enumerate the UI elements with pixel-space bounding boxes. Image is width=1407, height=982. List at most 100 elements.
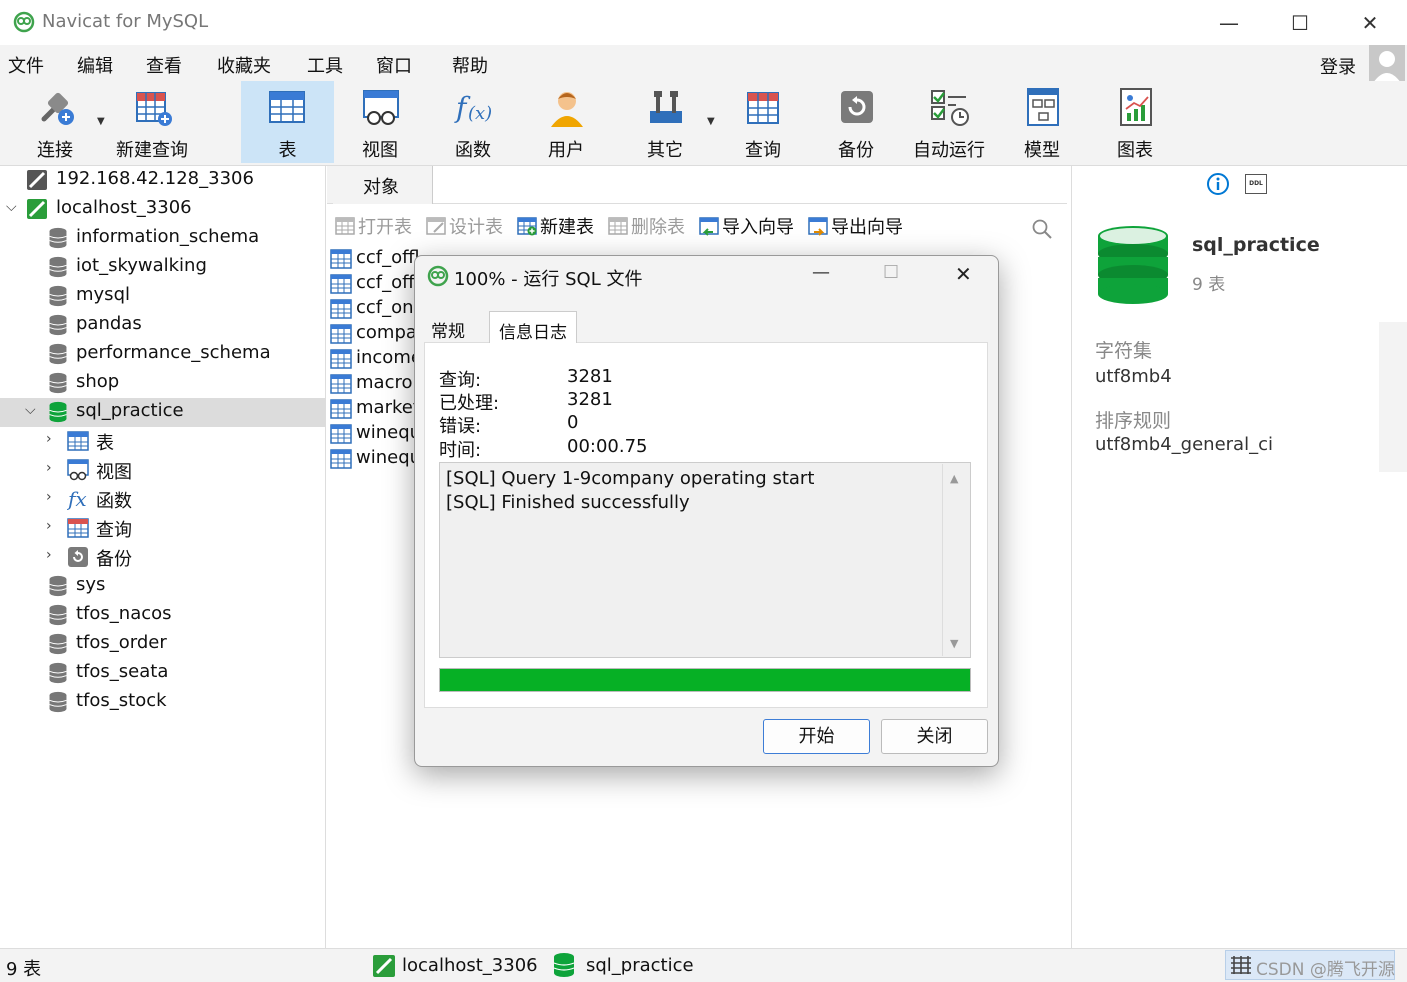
tree-item[interactable]: ⌵ sql_practice: [0, 398, 326, 427]
database-icon: [47, 691, 69, 713]
progress-bar-fill: [440, 669, 970, 691]
open-table-label: 打开表: [358, 217, 412, 238]
open-table-button[interactable]: 打开表: [335, 213, 412, 239]
dialog-close-icon[interactable]: ✕: [955, 262, 972, 286]
toolbar-table-button[interactable]: 表: [241, 81, 334, 163]
toolbar-autorun-button[interactable]: 自动运行: [904, 81, 994, 163]
stat-time-label: 时间:: [439, 440, 482, 461]
tree-item[interactable]: › 视图: [0, 456, 326, 485]
table-icon: [330, 274, 352, 294]
tree-item[interactable]: tfos_seata: [0, 659, 326, 688]
tree-item[interactable]: 192.168.42.128_3306: [0, 166, 326, 195]
charset-label: 字符集: [1095, 340, 1153, 362]
import-wizard-button[interactable]: 导入向导: [699, 213, 794, 239]
menu-favorites[interactable]: 收藏夹: [217, 52, 271, 78]
toolbar-connect-button[interactable]: 连接: [10, 81, 100, 163]
tree-item[interactable]: tfos_stock: [0, 688, 326, 717]
view-icon: [363, 90, 399, 125]
login-link[interactable]: 登录: [1320, 53, 1356, 79]
tree-item[interactable]: iot_skywalking: [0, 253, 326, 282]
scroll-down-icon[interactable]: ▼: [950, 637, 958, 650]
tree-item[interactable]: tfos_order: [0, 630, 326, 659]
avatar[interactable]: [1369, 45, 1405, 83]
tree-item[interactable]: sys: [0, 572, 326, 601]
tree-item[interactable]: pandas: [0, 311, 326, 340]
menu-view[interactable]: 查看: [146, 52, 182, 78]
user-icon: [551, 92, 583, 127]
tab-message-log[interactable]: 信息日志: [489, 311, 577, 343]
menu-edit[interactable]: 编辑: [77, 52, 113, 78]
menu-window[interactable]: 窗口: [376, 52, 412, 78]
database-icon: [47, 633, 69, 655]
connect-dropdown-icon[interactable]: ▼: [97, 116, 105, 127]
toolbar-new-query-button[interactable]: 新建查询: [107, 81, 197, 163]
maximize-button[interactable]: ☐: [1268, 0, 1332, 45]
toolbar-function-button[interactable]: f (x) 函数: [428, 81, 518, 163]
tree-item[interactable]: performance_schema: [0, 340, 326, 369]
design-table-button[interactable]: 设计表: [426, 213, 503, 239]
search-icon[interactable]: [1031, 218, 1053, 240]
backup-icon: [841, 91, 873, 123]
chevron-right-icon[interactable]: ›: [46, 460, 52, 476]
tree-item[interactable]: mysql: [0, 282, 326, 311]
tree-item[interactable]: › 备份: [0, 543, 326, 572]
toolbar-model-button[interactable]: 模型: [997, 81, 1087, 163]
toolbar-view-button[interactable]: 视图: [335, 81, 425, 163]
tree-item[interactable]: shop: [0, 369, 326, 398]
close-button[interactable]: 关闭: [881, 719, 988, 754]
toolbar-connect-label: 连接: [37, 140, 73, 161]
toolbar-chart-button[interactable]: 图表: [1090, 81, 1180, 163]
info-icon[interactable]: [1206, 172, 1230, 196]
tree-item-label: tfos_stock: [76, 690, 167, 711]
database-icon: [47, 662, 69, 684]
toolbar-query-button[interactable]: 查询: [718, 81, 808, 163]
ddl-icon[interactable]: DDL: [1245, 174, 1267, 194]
tree-item-label: 192.168.42.128_3306: [56, 168, 254, 189]
tree-item-label: 备份: [96, 549, 132, 570]
table-icon: [330, 374, 352, 394]
chevron-right-icon[interactable]: ›: [46, 547, 52, 563]
menu-help[interactable]: 帮助: [452, 52, 488, 78]
export-wizard-button[interactable]: 导出向导: [808, 213, 903, 239]
chevron-right-icon[interactable]: ›: [46, 489, 52, 505]
export-wizard-icon: [808, 216, 828, 236]
minimize-button[interactable]: —: [1197, 0, 1261, 45]
scroll-up-icon[interactable]: ▲: [950, 472, 958, 485]
tree-item[interactable]: ⌵ localhost_3306: [0, 195, 326, 224]
tree-item[interactable]: information_schema: [0, 224, 326, 253]
tree-item[interactable]: › 表: [0, 427, 326, 456]
log-line: [SQL] Query 1-9company operating start: [446, 468, 815, 489]
table-name: macro: [356, 372, 413, 393]
stat-queries-value: 3281: [567, 366, 613, 387]
grid-view-icon[interactable]: [1231, 956, 1251, 974]
chevron-right-icon[interactable]: ›: [46, 431, 52, 447]
menu-file[interactable]: 文件: [8, 52, 44, 78]
log-scrollbar[interactable]: [942, 464, 970, 656]
tab-general[interactable]: 常规: [422, 311, 474, 343]
database-icon: [47, 575, 69, 597]
dialog-maximize-button[interactable]: ☐: [883, 262, 899, 283]
new-table-button[interactable]: 新建表: [517, 213, 594, 239]
other-dropdown-icon[interactable]: ▼: [707, 116, 715, 127]
connection-icon: [26, 169, 48, 191]
table-icon: [330, 349, 352, 369]
info-panel-scrollbar[interactable]: [1379, 322, 1407, 472]
toolbar-backup-button[interactable]: 备份: [811, 81, 901, 163]
tree-item[interactable]: › 查询: [0, 514, 326, 543]
tree-item[interactable]: tfos_nacos: [0, 601, 326, 630]
menu-tools[interactable]: 工具: [307, 52, 343, 78]
start-button[interactable]: 开始: [763, 719, 870, 754]
toolbar-other-button[interactable]: 其它: [620, 81, 710, 163]
table-icon: [269, 91, 305, 123]
chevron-down-icon[interactable]: ⌵: [6, 199, 17, 215]
delete-table-button[interactable]: 删除表: [608, 213, 685, 239]
chevron-right-icon[interactable]: ›: [46, 518, 52, 534]
chart-icon: [1120, 88, 1152, 126]
chevron-down-icon[interactable]: ⌵: [25, 402, 36, 418]
dialog-minimize-button[interactable]: —: [812, 262, 830, 283]
toolbar-function-label: 函数: [455, 140, 491, 161]
close-window-button[interactable]: ✕: [1338, 0, 1402, 45]
tree-item[interactable]: › fx 函数: [0, 485, 326, 514]
tree-item-label: 视图: [96, 462, 132, 483]
toolbar-user-button[interactable]: 用户: [521, 81, 611, 163]
